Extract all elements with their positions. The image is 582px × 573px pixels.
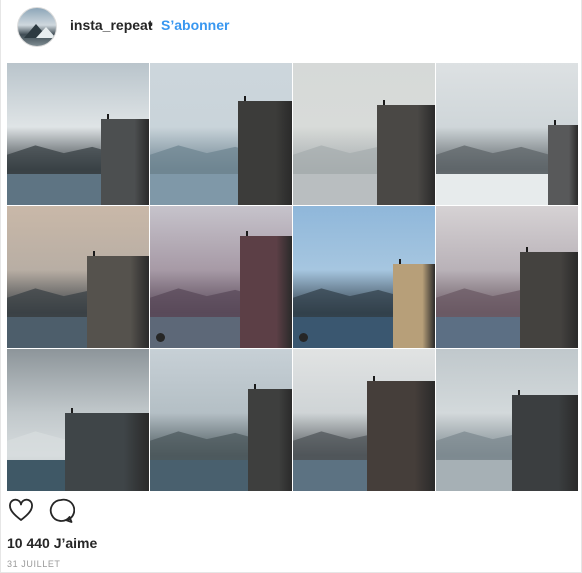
tile-person: [93, 251, 95, 256]
tile-cliff: [512, 395, 578, 491]
tile-person: [254, 384, 256, 389]
tile-cliff: [367, 381, 435, 491]
tile-person: [244, 96, 246, 101]
like-count[interactable]: 10 440 J’aime: [7, 535, 97, 551]
post-header: insta_repeat • S’abonner: [1, 0, 581, 56]
tile-cliff: [377, 105, 435, 205]
post-image-collage[interactable]: [7, 63, 579, 492]
tile-person: [554, 120, 556, 125]
tile-person: [399, 259, 401, 264]
tile-cliff: [101, 119, 149, 205]
username-link[interactable]: insta_repeat: [70, 17, 152, 33]
avatar[interactable]: [17, 7, 57, 47]
tile-cliff: [393, 264, 435, 348]
tile-person: [246, 231, 248, 236]
tile-person: [383, 100, 385, 105]
collage-tile: [7, 206, 149, 348]
post-date: 31 JUILLET: [7, 559, 61, 569]
user-tag-icon[interactable]: [156, 333, 165, 342]
avatar-image-snow: [36, 27, 56, 38]
collage-tile: [150, 206, 292, 348]
collage-tile: [293, 63, 435, 205]
collage-tile: [436, 349, 578, 491]
tile-cliff: [238, 101, 292, 205]
collage-tile: [436, 63, 578, 205]
comment-button[interactable]: [47, 497, 76, 525]
tile-cliff: [548, 125, 578, 205]
tile-cliff: [87, 256, 149, 348]
collage-tile: [150, 63, 292, 205]
comment-bubble-icon: [49, 498, 76, 523]
user-tag-icon[interactable]: [299, 333, 308, 342]
tile-cliff: [65, 413, 149, 491]
tile-person: [107, 114, 109, 119]
tile-person: [518, 390, 520, 395]
collage-tile: [293, 349, 435, 491]
tile-person: [526, 247, 528, 252]
heart-outline-icon: [9, 498, 33, 521]
collage-tile: [7, 63, 149, 205]
action-bar: [1, 497, 581, 527]
tile-cliff: [240, 236, 292, 348]
tile-cliff: [248, 389, 292, 491]
tile-cliff: [520, 252, 578, 348]
follow-button[interactable]: S’abonner: [161, 17, 229, 33]
tile-person: [71, 408, 73, 413]
collage-tile: [436, 206, 578, 348]
collage-tile: [150, 349, 292, 491]
separator-dot: •: [148, 16, 153, 32]
collage-tile: [7, 349, 149, 491]
tile-person: [373, 376, 375, 381]
collage-tile: [293, 206, 435, 348]
like-button[interactable]: [7, 497, 35, 525]
instagram-post: insta_repeat • S’abonner 10 440 J’aime 3…: [0, 0, 582, 573]
